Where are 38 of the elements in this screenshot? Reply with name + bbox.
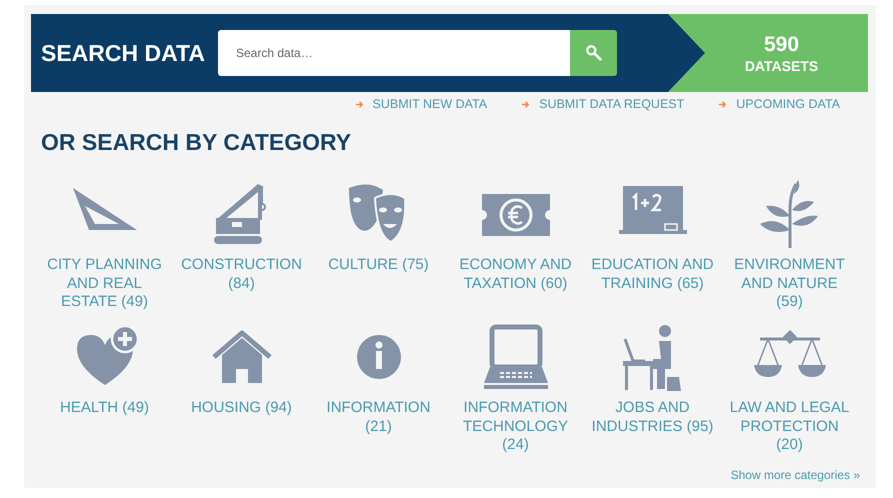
- action-link[interactable]: UPCOMING DATA: [718, 97, 840, 111]
- dataset-count-label: DATASETS: [744, 58, 820, 74]
- category-label: CITY PLANNING AND REAL ESTATE (49): [46, 256, 163, 312]
- category-label: HEALTH (49): [59, 399, 150, 418]
- category-label: ENVIRONMENT AND NATURE (59): [733, 256, 846, 312]
- category-link[interactable]: CITY PLANNING AND REAL ESTATE (49): [36, 180, 173, 315]
- category-link[interactable]: LAW AND LEGAL PROTECTION (20): [721, 323, 858, 458]
- action-link[interactable]: SUBMIT NEW DATA: [354, 97, 488, 111]
- search-field[interactable]: Search data…: [218, 30, 570, 76]
- arrow-icon: [521, 100, 530, 108]
- category-link[interactable]: ECONOMY AND TAXATION (60): [447, 180, 584, 315]
- category-link[interactable]: CONSTRUCTION (84): [173, 180, 310, 315]
- category-link[interactable]: JOBS AND INDUSTRIES (95): [584, 323, 721, 458]
- category-label: HOUSING (94): [190, 399, 293, 418]
- category-label: INFORMATION (21): [326, 399, 432, 436]
- section-heading: OR SEARCH BY CATEGORY: [41, 129, 352, 156]
- category-label: CONSTRUCTION (84): [180, 256, 303, 293]
- category-link[interactable]: HOUSING (94): [173, 323, 310, 458]
- category-label: JOBS AND INDUSTRIES (95): [590, 399, 714, 436]
- category-label: INFORMATION TECHNOLOGY (24): [462, 399, 569, 454]
- category-label: EDUCATION AND TRAINING (65): [590, 256, 714, 293]
- category-link[interactable]: INFORMATION (21): [310, 323, 447, 458]
- action-link[interactable]: SUBMIT DATA REQUEST: [521, 97, 684, 111]
- category-label: LAW AND LEGAL PROTECTION (20): [728, 399, 850, 454]
- category-label: ECONOMY AND TAXATION (60): [458, 256, 573, 293]
- category-label: CULTURE (75): [327, 256, 430, 274]
- category-link[interactable]: HEALTH (49): [36, 323, 173, 458]
- category-link[interactable]: INFORMATION TECHNOLOGY (24): [447, 323, 584, 458]
- category-link[interactable]: EDUCATION AND TRAINING (65): [584, 180, 721, 315]
- show-more-link[interactable]: Show more categories »: [730, 468, 860, 482]
- dataset-count: 590: [762, 32, 800, 56]
- search-button[interactable]: [570, 30, 617, 76]
- category-link[interactable]: ENVIRONMENT AND NATURE (59): [721, 180, 858, 315]
- arrow-icon: [354, 100, 364, 108]
- search-icon: [584, 44, 602, 62]
- search-title: SEARCH DATA: [41, 40, 206, 66]
- arrow-icon: [718, 100, 728, 108]
- category-link[interactable]: CULTURE (75): [310, 180, 447, 315]
